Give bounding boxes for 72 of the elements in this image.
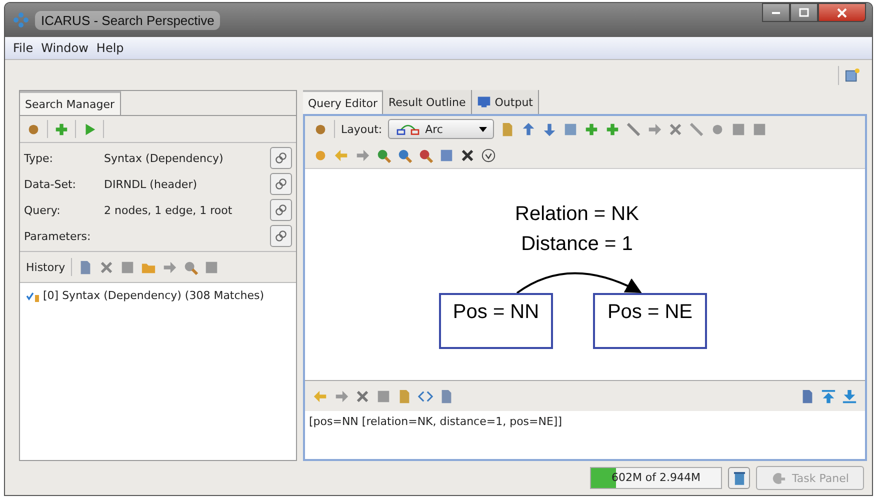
link-icon	[274, 203, 288, 217]
property-value: DIRNDL (header)	[104, 178, 198, 190]
link-icon	[274, 151, 288, 165]
link-icon	[274, 177, 288, 191]
code-icon[interactable]	[418, 388, 433, 404]
arrow-icon[interactable]	[647, 122, 662, 136]
search-manager-tab[interactable]: Search Manager	[20, 91, 121, 115]
zoom-icon[interactable]	[397, 148, 412, 162]
property-value: Syntax (Dependency)	[104, 152, 224, 164]
trash-icon	[734, 470, 744, 486]
undo-icon[interactable]	[334, 148, 349, 162]
app-logo-icon	[13, 12, 29, 28]
edit-button[interactable]	[270, 225, 292, 247]
property-value: 2 nodes, 1 edge, 1 root	[104, 204, 234, 216]
magnifier-icon[interactable]	[183, 260, 198, 274]
property-label: Parameters:	[24, 230, 92, 242]
menu-item[interactable]: Window	[37, 41, 92, 55]
delete-icon[interactable]	[668, 122, 684, 136]
minimize-icon	[772, 12, 780, 14]
link-icon	[274, 229, 288, 243]
edit-button[interactable]	[270, 199, 292, 221]
square-icon[interactable]	[204, 260, 220, 274]
redo-icon[interactable]	[334, 388, 349, 404]
property-label: Data-Set:	[24, 178, 78, 190]
plus-icon[interactable]	[584, 122, 600, 136]
plus-icon[interactable]	[605, 122, 620, 136]
plus-icon[interactable]	[54, 122, 69, 136]
zoom-out-icon[interactable]	[418, 148, 433, 162]
zoom-in-icon[interactable]	[376, 148, 391, 162]
property-label: Query:	[24, 204, 62, 216]
graph-node: Pos = NN	[439, 293, 553, 349]
edit-button[interactable]	[270, 147, 292, 169]
maximize-button[interactable]	[790, 3, 818, 22]
arc-layout-icon	[395, 122, 422, 136]
caret-icon	[479, 126, 488, 132]
maximize-icon	[799, 8, 809, 18]
garbage-collect-button[interactable]	[728, 467, 750, 489]
menu-item[interactable]: File	[9, 41, 38, 55]
document-icon[interactable]	[439, 388, 454, 404]
query-text-field[interactable]: [pos=NN [relation=NK, distance=1, pos=NE]]	[305, 411, 865, 459]
redo-icon[interactable]	[355, 148, 370, 162]
undo-icon[interactable]	[313, 388, 328, 404]
check-icon	[26, 290, 40, 302]
check-circle-icon[interactable]	[481, 148, 496, 162]
layout-label: Layout:	[341, 122, 382, 136]
delete-icon[interactable]	[99, 260, 114, 274]
editor-tab[interactable]: Query Editor	[303, 90, 384, 114]
edit-button[interactable]	[270, 173, 292, 195]
history-item[interactable]: [0] Syntax (Dependency) (308 Matches)	[26, 289, 290, 302]
line-icon[interactable]	[626, 122, 642, 136]
export-icon[interactable]	[521, 122, 536, 136]
history-label: History	[26, 260, 66, 274]
minimize-button[interactable]	[762, 3, 790, 22]
edge-label: Relation = NK	[515, 202, 639, 227]
edge-label: Distance = 1	[520, 232, 634, 257]
square-icon[interactable]	[120, 260, 136, 274]
editor-tab[interactable]: Result Outline	[383, 90, 472, 114]
move-down-icon[interactable]	[842, 388, 857, 404]
move-top-icon[interactable]	[821, 388, 836, 404]
plug-icon	[771, 470, 786, 486]
import-icon[interactable]	[542, 122, 558, 136]
close-button[interactable]	[818, 3, 866, 22]
property-label: Type:	[24, 152, 54, 164]
arrow-icon[interactable]	[162, 260, 178, 274]
window-title: ICARUS - Search Perspective	[35, 10, 220, 30]
editor-tab[interactable]: Output	[472, 90, 539, 114]
window-grid-icon	[845, 68, 860, 82]
graph-node: Pos = NE	[593, 293, 707, 349]
menu-item[interactable]: Help	[92, 41, 128, 55]
close-icon	[837, 8, 847, 18]
monitor-icon	[476, 95, 491, 109]
layout-dropdown[interactable]: Arc	[388, 119, 494, 139]
